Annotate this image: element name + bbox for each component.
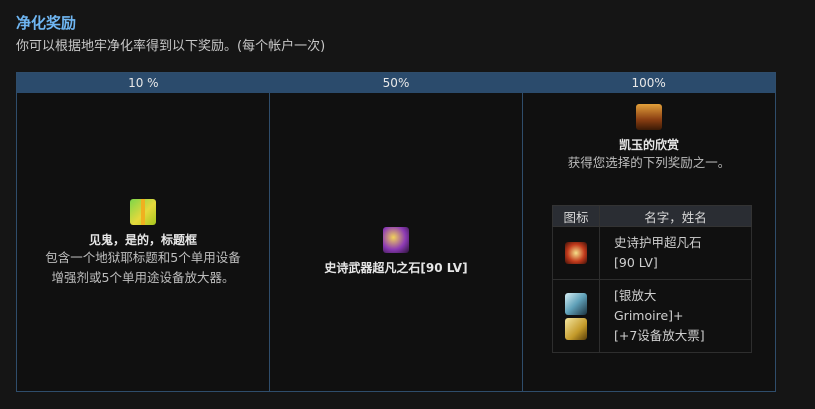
tier-header-100: 100% [631,76,666,90]
item-name-line: Grimoire]+ [614,308,684,323]
item-name-line: [银放大 [614,288,657,303]
reward-desc: 获得您选择的下列奖励之一。 [567,155,731,170]
table-row: 史诗护甲超凡石 [90 LV] [552,226,752,280]
table-row: [银放大 Grimoire]+ [+7设备放大票] [552,279,752,353]
page-subtitle: 你可以根据地牢净化率得到以下奖励。(每个帐户一次) [16,39,326,54]
rewards-table: 10 % 50% 100% 见鬼，是的，标题框 包含一个地狱耶标题和5个单用设备… [16,72,776,392]
epic-weapon-stone-icon[interactable] [383,227,409,253]
grimoire-icon[interactable] [565,292,587,315]
reward-name: 见鬼，是的，标题框 [88,233,197,247]
reward-desc-line: 包含一个地狱耶标题和5个单用设备 [45,250,241,265]
tier-column-10: 见鬼，是的，标题框 包含一个地狱耶标题和5个单用设备 增强剂或5个单用途设备放大… [17,93,270,391]
item-name-line: [+7设备放大票] [614,328,705,343]
choice-table: 图标 名字，姓名 史诗护甲超凡石 [90 LV] [银放大 Grimoire]+… [552,205,752,353]
col-header-name: 名字，姓名 [599,205,752,227]
item-name-line: [90 LV] [614,255,658,270]
tier-header-10: 10 % [128,76,159,90]
reward-name: 史诗武器超凡之石[90 LV] [324,261,468,275]
reward-name: 凯玉的欣赏 [618,138,679,152]
ticket-icon[interactable] [565,317,587,340]
item-name-line: 史诗护甲超凡石 [614,235,702,250]
tier-header-row: 10 % 50% 100% [17,73,775,93]
page-title: 净化奖励 [16,14,77,32]
reward-desc-line: 增强剂或5个单用途设备放大器。 [51,270,235,285]
epic-armor-stone-icon[interactable] [565,242,587,264]
gift-box-icon[interactable] [130,199,156,225]
treasure-chest-icon[interactable] [636,104,662,130]
tier-column-50: 史诗武器超凡之石[90 LV] [270,93,523,391]
col-header-icon: 图标 [552,205,600,227]
tier-column-100: 凯玉的欣赏 获得您选择的下列奖励之一。 图标 名字，姓名 史诗护甲超凡石 [90… [523,93,775,391]
tier-header-50: 50% [382,76,410,90]
